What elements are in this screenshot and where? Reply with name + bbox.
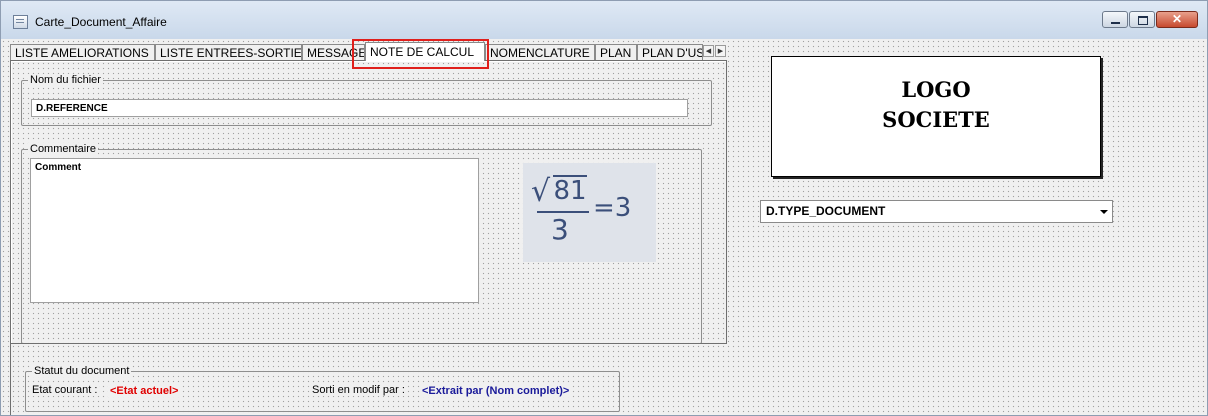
logo-line-2: SOCIETE [882, 107, 990, 132]
logo-placeholder: LOGO SOCIETE [771, 56, 1101, 177]
commentaire-field[interactable]: Comment [30, 158, 479, 303]
title-bar[interactable]: Carte_Document_Affaire ✕ [1, 1, 1207, 39]
minimize-icon [1111, 22, 1120, 24]
form-icon [13, 15, 28, 29]
formula-result: =3 [593, 193, 632, 223]
tab-plan-usin[interactable]: PLAN D'USIN [637, 44, 703, 60]
tab-scroll-right-icon[interactable]: ▶ [715, 45, 726, 57]
formula-denominator: 3 [551, 213, 569, 246]
sorti-value: <Extrait par (Nom complet)> [420, 385, 572, 397]
sorti-label: Sorti en modif par : [310, 384, 407, 396]
sqrt-sign-icon: √ [531, 174, 551, 209]
statut-legend: Statut du document [32, 365, 132, 377]
type-document-combo[interactable]: D.TYPE_DOCUMENT [760, 200, 1113, 223]
close-button[interactable]: ✕ [1156, 11, 1198, 28]
tab-highlight-annotation [352, 39, 489, 69]
minimize-button[interactable] [1102, 11, 1128, 28]
tab-nomenclature[interactable]: NOMENCLATURE [485, 44, 595, 60]
type-document-value: D.TYPE_DOCUMENT [766, 204, 886, 218]
etat-courant-label: Etat courant : [30, 384, 100, 396]
statut-group: Statut du document Etat courant : <Etat … [25, 365, 620, 412]
commentaire-legend: Commentaire [28, 143, 99, 155]
nom-fichier-field[interactable]: D.REFERENCE [31, 99, 688, 117]
tab-scroll-left-icon[interactable]: ◀ [703, 45, 714, 57]
etat-courant-value: <Etat actuel> [108, 385, 181, 397]
window-title: Carte_Document_Affaire [35, 15, 167, 29]
form-design-canvas: LISTE AMELIORATIONS LISTE ENTREES-SORTIE… [1, 39, 1207, 415]
tab-liste-ameliorations[interactable]: LISTE AMELIORATIONS [10, 44, 155, 60]
statut-section: Statut du document Etat courant : <Etat … [10, 343, 727, 415]
nom-fichier-legend: Nom du fichier [28, 74, 103, 86]
window-controls: ✕ [1101, 11, 1198, 29]
close-icon: ✕ [1171, 12, 1183, 26]
formula-image: √ 81 3 =3 [523, 163, 656, 262]
formula-numerator: 81 [553, 175, 587, 206]
form-window: Carte_Document_Affaire ✕ LISTE AMELIORAT… [0, 0, 1208, 416]
tab-liste-entrees-sorties[interactable]: LISTE ENTREES-SORTIES [155, 44, 302, 60]
tab-plan[interactable]: PLAN [595, 44, 637, 60]
logo-line-1: LOGO [901, 77, 971, 102]
maximize-button[interactable] [1129, 11, 1155, 28]
dropdown-arrow-icon[interactable] [1096, 201, 1112, 222]
maximize-icon [1138, 16, 1148, 25]
nom-fichier-group: Nom du fichier D.REFERENCE [21, 74, 712, 126]
